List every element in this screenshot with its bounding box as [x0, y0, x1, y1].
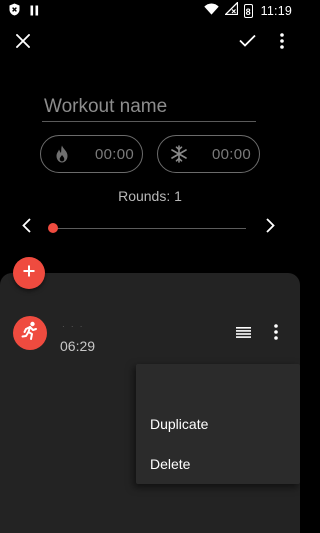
check-icon: [238, 34, 256, 52]
snowflake-icon: [168, 143, 190, 165]
status-time: 11:19: [260, 4, 292, 18]
workout-name-input[interactable]: [42, 92, 256, 122]
work-time-value: 00:00: [95, 145, 135, 163]
pause-icon: [30, 3, 39, 21]
rounds-slider-thumb[interactable]: [48, 223, 58, 233]
rounds-label: Rounds: 1: [118, 188, 182, 204]
more-vert-icon: [274, 323, 278, 345]
battery-icon: 8: [243, 4, 253, 18]
exercise-name: · · ·: [62, 322, 85, 331]
save-button[interactable]: [233, 29, 261, 57]
status-right-icons: 8 11:19: [203, 0, 292, 20]
chevron-right-icon: [265, 218, 275, 238]
shield-icon: [9, 3, 20, 21]
exercise-avatar: [13, 316, 47, 350]
signal-off-icon: [223, 0, 238, 20]
exercise-context-menu: Duplicate Delete: [136, 364, 300, 484]
rest-time-value: 00:00: [212, 145, 252, 163]
more-vert-icon: [280, 32, 284, 54]
close-button[interactable]: [9, 29, 37, 57]
menu-item-duplicate[interactable]: Duplicate: [150, 416, 208, 432]
exercise-more-button[interactable]: [262, 320, 290, 348]
menu-item-delete[interactable]: Delete: [150, 456, 190, 472]
plus-icon: [23, 264, 35, 282]
rounds-increase-button[interactable]: [256, 214, 284, 242]
work-time-pill[interactable]: 00:00: [40, 135, 143, 173]
running-icon: [20, 321, 40, 346]
rounds-slider-track[interactable]: [53, 228, 246, 229]
rounds-decrease-button[interactable]: [12, 214, 40, 242]
more-options-button[interactable]: [268, 29, 296, 57]
status-left-icons: [9, 3, 39, 21]
drag-handle-icon: [235, 325, 251, 343]
flame-icon: [51, 143, 73, 165]
exercise-duration: 06:29: [60, 338, 96, 354]
close-icon: [15, 33, 31, 53]
add-exercise-button[interactable]: [13, 257, 45, 289]
chevron-left-icon: [21, 218, 31, 238]
status-bar: 8 11:19: [0, 0, 300, 22]
wifi-icon: [203, 2, 219, 20]
reorder-handle[interactable]: [229, 320, 257, 348]
rest-time-pill[interactable]: 00:00: [157, 135, 260, 173]
